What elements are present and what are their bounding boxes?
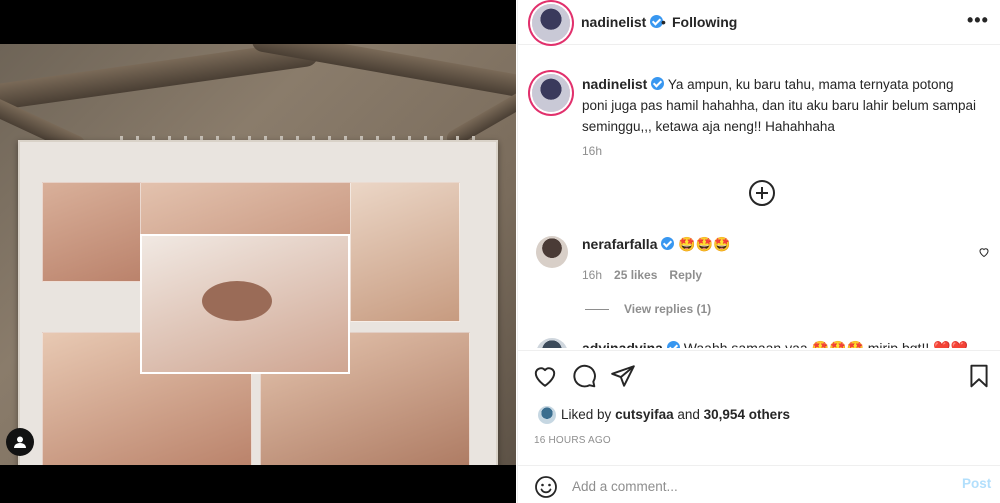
instagram-post-modal: nadinelist • Following ••• nadinelist Ya… xyxy=(0,0,1000,503)
post-caption: nadinelist Ya ampun, ku baru tahu, mama … xyxy=(582,74,982,137)
heart-icon[interactable] xyxy=(532,363,558,389)
post-timestamp[interactable]: 16 HOURS AGO xyxy=(534,435,611,446)
post-comment-button[interactable]: Post xyxy=(962,476,991,491)
view-replies-button[interactable]: View replies (1) xyxy=(624,302,711,316)
verified-badge-icon xyxy=(666,341,680,348)
avatar[interactable] xyxy=(532,4,570,42)
avatar[interactable] xyxy=(536,236,568,268)
comment: nerafarfalla 🤩🤩🤩 xyxy=(582,236,731,253)
comment-text: Waahh samaan yaa 🤩🤩🤩 mirip bgt!! ❤️❤️ xyxy=(683,340,968,348)
baby-figure xyxy=(202,281,272,321)
post-author[interactable]: nadinelist xyxy=(581,14,664,30)
caption-time[interactable]: 16h xyxy=(582,144,602,158)
comment-icon[interactable] xyxy=(571,363,597,389)
paper-plane-icon[interactable] xyxy=(610,363,636,389)
avatar[interactable] xyxy=(536,338,568,348)
username-text[interactable]: nadinelist xyxy=(581,14,646,30)
likes-summary: Liked by cutsyifaa and 30,954 others xyxy=(534,404,984,426)
user-tag-button[interactable] xyxy=(6,428,34,456)
newborn-photo xyxy=(140,234,350,374)
comment-likes[interactable]: 25 likes xyxy=(614,268,657,282)
caption-author[interactable]: nadinelist xyxy=(582,76,647,92)
verified-badge-icon xyxy=(651,77,665,90)
post-header: nadinelist • Following ••• xyxy=(518,0,1000,45)
load-more-comments-button[interactable] xyxy=(749,180,775,206)
post-photo[interactable] xyxy=(0,44,516,465)
separator-dot: • xyxy=(661,14,666,30)
bookmark-icon[interactable] xyxy=(966,363,992,389)
smiley-icon[interactable] xyxy=(534,475,558,499)
liker-avatar[interactable] xyxy=(538,406,556,424)
liked-by-user[interactable]: cutsyifaa xyxy=(615,407,674,422)
comment-text: 🤩🤩🤩 xyxy=(678,236,731,252)
comment-like-icon[interactable] xyxy=(978,246,990,258)
comment: adyinadvina Waahh samaan yaa 🤩🤩🤩 mirip b… xyxy=(582,340,968,348)
reply-button[interactable]: Reply xyxy=(669,268,702,282)
comment-author[interactable]: nerafarfalla xyxy=(582,236,657,252)
post-media-panel xyxy=(0,0,516,503)
comment-input[interactable] xyxy=(572,476,932,496)
verified-badge-icon xyxy=(661,237,675,250)
replies-divider xyxy=(585,309,609,310)
comment-author[interactable]: adyinadvina xyxy=(582,340,663,348)
liked-by-prefix: Liked by xyxy=(561,407,612,422)
comment-meta: 16h 25 likes Reply xyxy=(582,268,702,282)
comments-section[interactable]: nadinelist Ya ampun, ku baru tahu, mama … xyxy=(518,46,1000,348)
old-photo xyxy=(350,182,460,322)
likes-text: Liked by cutsyifaa and 30,954 others xyxy=(561,407,790,422)
user-tag-icon xyxy=(14,436,26,448)
comment-time[interactable]: 16h xyxy=(582,268,602,282)
following-button[interactable]: Following xyxy=(672,14,737,30)
likes-count-link[interactable]: 30,954 others xyxy=(704,407,790,422)
branch-decoration xyxy=(0,44,321,115)
liked-and: and xyxy=(677,407,700,422)
more-options-icon[interactable]: ••• xyxy=(967,10,989,31)
branch-decoration xyxy=(250,44,516,102)
photo-album xyxy=(18,140,498,465)
post-details-panel: nadinelist • Following ••• nadinelist Ya… xyxy=(517,0,1000,503)
avatar[interactable] xyxy=(532,74,570,112)
action-bar xyxy=(518,350,1000,400)
add-comment-bar: Post xyxy=(518,465,1000,503)
